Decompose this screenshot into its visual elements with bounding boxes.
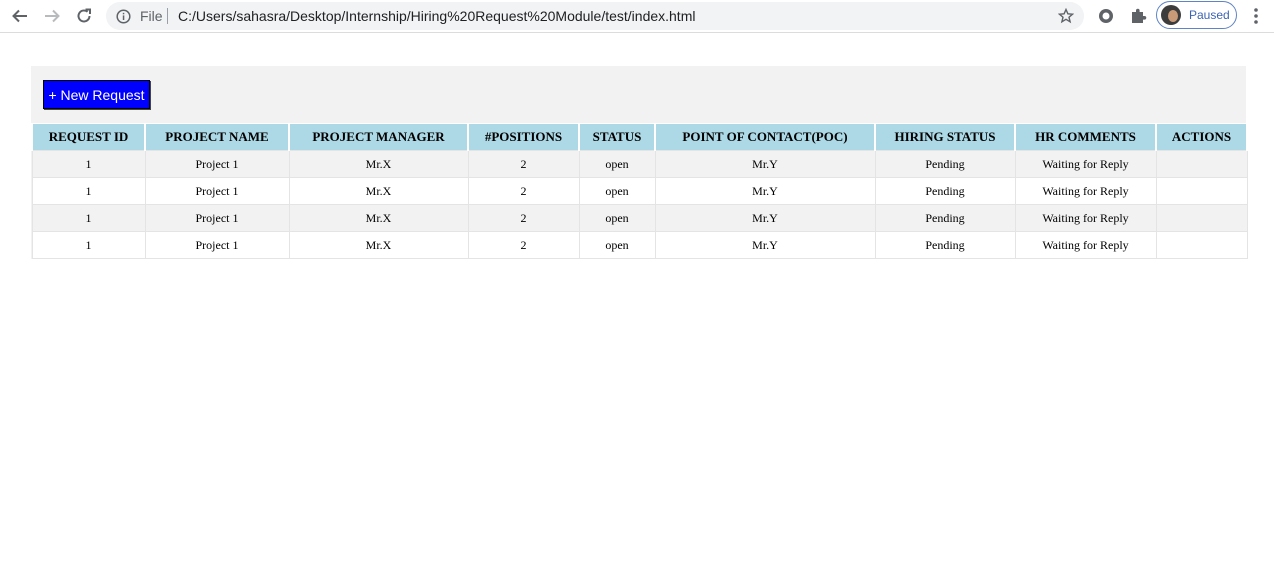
requests-table: REQUEST ID PROJECT NAME PROJECT MANAGER … [31,123,1248,259]
table-cell: Project 1 [144,177,290,205]
puzzle-icon[interactable] [1128,6,1148,26]
table-cell: Waiting for Reply [1014,150,1157,178]
column-header: POINT OF CONTACT(POC) [654,123,876,151]
table-cell: Pending [874,150,1016,178]
table-cell: Mr.Y [654,204,876,232]
new-request-button[interactable]: + New Request [43,80,150,109]
column-header: #POSITIONS [467,123,580,151]
avatar [1161,5,1181,25]
table-cell: 1 [31,231,146,259]
column-header: REQUEST ID [31,123,146,151]
table-cell: 1 [31,177,146,205]
profile-button[interactable]: Paused [1156,1,1237,29]
column-header: PROJECT NAME [144,123,290,151]
column-header: ACTIONS [1155,123,1248,151]
table-cell: 2 [467,204,580,232]
table-cell: Waiting for Reply [1014,177,1157,205]
three-dots-menu-icon[interactable] [1250,7,1262,25]
table-row: 1 Project 1 Mr.X 2 open Mr.Y Pending Wai… [31,231,1248,259]
table-cell: open [578,204,656,232]
table-cell: open [578,150,656,178]
forward-arrow-icon [45,9,60,23]
browser-toolbar: File C:/Users/sahasra/Desktop/Internship… [0,0,1274,33]
table-cell: open [578,177,656,205]
table-cell: Mr.X [288,204,469,232]
extension-circle-icon[interactable] [1096,6,1116,26]
forward-button[interactable] [39,4,65,28]
column-header: PROJECT MANAGER [288,123,469,151]
actions-cell [1155,204,1248,232]
table-cell: Mr.X [288,177,469,205]
table-cell: Pending [874,204,1016,232]
table-cell: 1 [31,150,146,178]
column-header: HR COMMENTS [1014,123,1157,151]
column-header: STATUS [578,123,656,151]
table-cell: Mr.Y [654,150,876,178]
table-cell: Project 1 [144,231,290,259]
column-header: HIRING STATUS [874,123,1016,151]
address-bar[interactable]: File C:/Users/sahasra/Desktop/Internship… [106,2,1084,30]
table-cell: Waiting for Reply [1014,231,1157,259]
table-cell: Project 1 [144,204,290,232]
table-cell: Waiting for Reply [1014,204,1157,232]
table-cell: Pending [874,177,1016,205]
profile-status-label: Paused [1189,8,1230,22]
star-icon[interactable] [1058,8,1074,24]
table-cell: Project 1 [144,150,290,178]
table-cell: 2 [467,177,580,205]
table-cell: open [578,231,656,259]
back-button[interactable] [7,4,33,28]
reload-button[interactable] [71,4,97,28]
back-arrow-icon [12,9,27,23]
table-cell: Mr.X [288,231,469,259]
reload-icon [77,8,91,23]
table-cell: Mr.Y [654,231,876,259]
omnibox-divider [167,8,168,24]
table-header-row: REQUEST ID PROJECT NAME PROJECT MANAGER … [31,123,1248,151]
table-cell: 2 [467,150,580,178]
table-row: 1 Project 1 Mr.X 2 open Mr.Y Pending Wai… [31,204,1248,232]
info-icon[interactable] [116,9,131,24]
table-row: 1 Project 1 Mr.X 2 open Mr.Y Pending Wai… [31,150,1248,178]
table-cell: 2 [467,231,580,259]
actions-cell [1155,231,1248,259]
actions-cell [1155,150,1248,178]
actions-cell [1155,177,1248,205]
table-cell: Mr.Y [654,177,876,205]
url-text[interactable]: C:/Users/sahasra/Desktop/Internship/Hiri… [178,8,695,24]
table-cell: Pending [874,231,1016,259]
file-scheme-label: File [140,8,163,24]
table-cell: Mr.X [288,150,469,178]
table-cell: 1 [31,204,146,232]
table-row: 1 Project 1 Mr.X 2 open Mr.Y Pending Wai… [31,177,1248,205]
